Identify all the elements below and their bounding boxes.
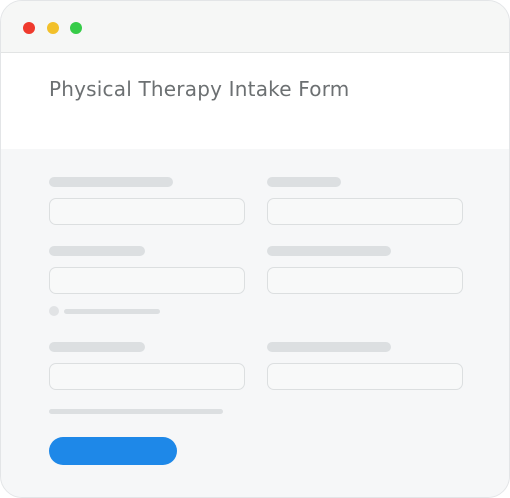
maximize-window-icon[interactable] (70, 22, 82, 34)
text-input-field[interactable] (267, 363, 463, 390)
field-label-placeholder (49, 177, 173, 187)
form-body (1, 149, 509, 497)
browser-window: Physical Therapy Intake Form (0, 0, 510, 498)
field-label-placeholder (267, 342, 391, 352)
text-input-field[interactable] (267, 267, 463, 294)
window-titlebar (1, 1, 509, 53)
footer-note-placeholder (49, 409, 223, 414)
submit-button[interactable] (49, 437, 177, 465)
page-title: Physical Therapy Intake Form (49, 77, 350, 101)
form-header: Physical Therapy Intake Form (1, 53, 509, 149)
text-input-field[interactable] (49, 198, 245, 225)
field-label-placeholder (267, 246, 391, 256)
text-input-field[interactable] (49, 363, 245, 390)
field-label-placeholder (49, 246, 145, 256)
text-input-field[interactable] (49, 267, 245, 294)
field-label-placeholder (267, 177, 341, 187)
field-label-placeholder (49, 342, 145, 352)
hint-bullet-icon (49, 306, 59, 316)
minimize-window-icon[interactable] (47, 22, 59, 34)
close-window-icon[interactable] (23, 22, 35, 34)
text-input-field[interactable] (267, 198, 463, 225)
hint-text-placeholder (64, 309, 160, 314)
